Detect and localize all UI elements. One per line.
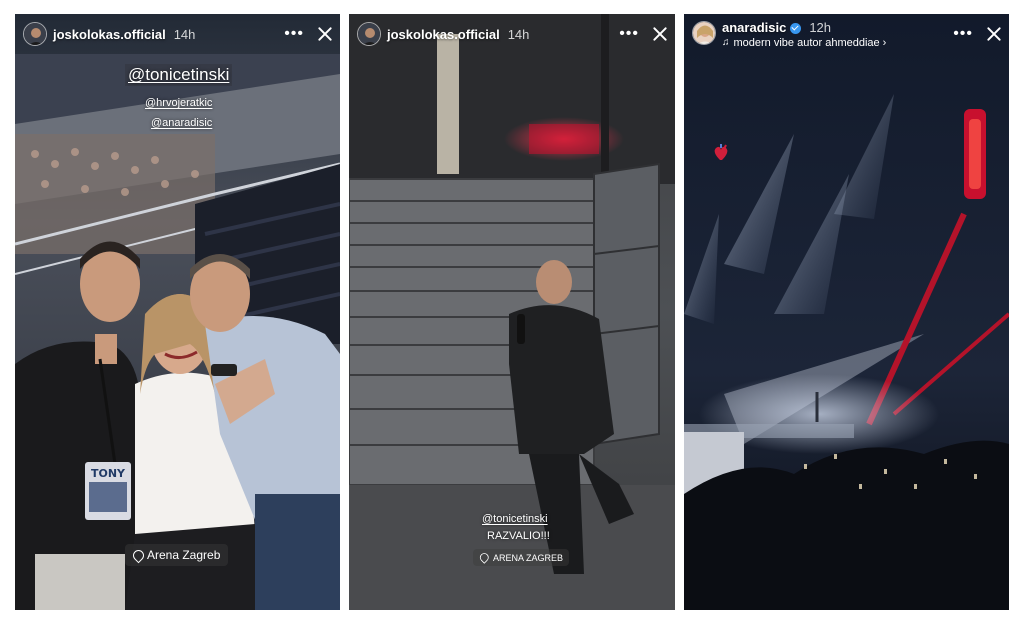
story-panel-3[interactable]: anaradisic 12h ♫ modern vibe autor ahmed…: [684, 14, 1009, 610]
tour-badge-label: TONY: [91, 467, 126, 480]
story-panel-1[interactable]: TONY joskolokas.official 14h ••• @tonice…: [15, 14, 340, 610]
close-icon[interactable]: [653, 27, 667, 41]
location-label: ARENA ZAGREB: [493, 552, 564, 563]
avatar[interactable]: [692, 21, 716, 45]
music-label: modern vibe autor ahmeddiae: [733, 37, 880, 49]
location-sticker[interactable]: Arena Zagreb: [125, 544, 229, 566]
more-options-icon[interactable]: •••: [619, 25, 639, 43]
story-panel-2[interactable]: joskolokas.official 14h ••• @tonicetinsk…: [349, 14, 675, 610]
story-username[interactable]: joskolokas.official: [387, 27, 500, 42]
story-time: 14h: [507, 26, 530, 42]
more-options-icon[interactable]: •••: [953, 25, 973, 43]
music-note-icon: ♫: [722, 37, 730, 48]
photo-concert-lights: [684, 14, 1009, 610]
close-icon[interactable]: [987, 27, 1001, 41]
story-username[interactable]: anaradisic: [722, 21, 786, 35]
music-attribution[interactable]: ♫ modern vibe autor ahmeddiae ›: [722, 36, 886, 50]
story-username[interactable]: joskolokas.official: [53, 27, 166, 42]
story-time: 14h: [173, 26, 196, 42]
more-options-icon[interactable]: •••: [284, 25, 304, 43]
mention-tag[interactable]: @anaradisic: [151, 117, 212, 129]
close-icon[interactable]: [318, 27, 332, 41]
location-sticker[interactable]: ARENA ZAGREB: [473, 549, 570, 566]
avatar[interactable]: [357, 22, 381, 46]
avatar[interactable]: [23, 22, 47, 46]
location-pin-icon: [480, 553, 487, 562]
mention-tag[interactable]: @hrvojeratkic: [145, 97, 212, 109]
location-label: Arena Zagreb: [147, 548, 221, 562]
mention-tag[interactable]: @tonicetinski: [125, 64, 233, 86]
verified-badge-icon: [790, 22, 802, 34]
location-pin-icon: [133, 550, 142, 561]
story-caption: RAZVALIO!!!: [487, 530, 550, 542]
chevron-right-icon: ›: [882, 37, 887, 49]
mention-tag[interactable]: @tonicetinski: [482, 513, 548, 525]
story-time: 12h: [809, 20, 832, 35]
